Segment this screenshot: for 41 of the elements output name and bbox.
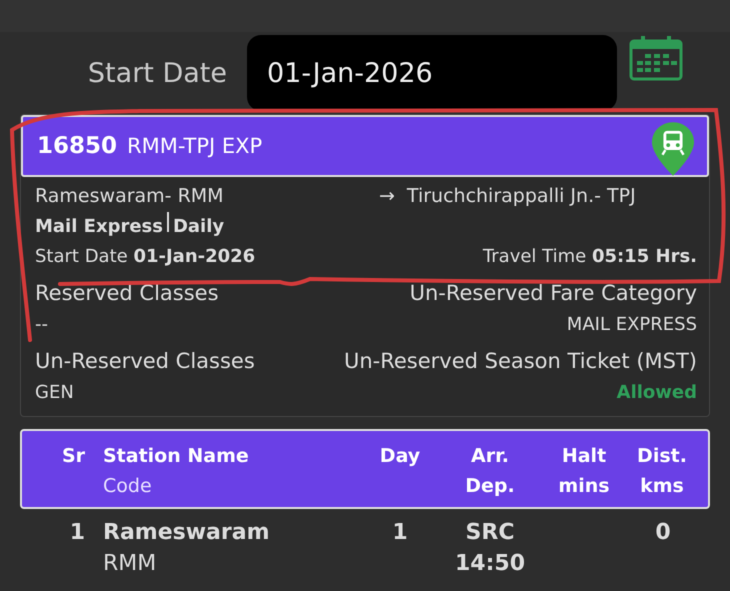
table-cell-text: 1 — [70, 519, 85, 547]
departure-time: 14:50 — [454, 550, 526, 578]
column-heading: Station Name — [103, 444, 249, 469]
column-subheading: Code — [103, 474, 152, 499]
train-location-icon[interactable] — [651, 121, 695, 177]
destination-station: Tiruchchirappalli Jn.- TPJ — [406, 185, 636, 207]
run-days: Daily — [172, 212, 224, 242]
column-heading: Day — [380, 444, 420, 469]
fare-category-label: Un-Reserved Fare Category — [410, 280, 697, 307]
station-name: Rameswaram — [103, 519, 270, 547]
train-name: RMM-TPJ EXP — [127, 134, 262, 158]
unreserved-classes-label: Un-Reserved Classes — [35, 348, 255, 375]
column-heading: Arr. — [471, 444, 509, 469]
column-heading: Sr — [62, 444, 85, 469]
unreserved-classes-value: GEN — [35, 381, 74, 405]
train-type: Mail Express — [35, 215, 163, 239]
column-subheading: kms — [640, 474, 684, 499]
column-heading: Dist. — [637, 444, 687, 469]
reserved-classes-label: Reserved Classes — [35, 280, 219, 307]
calendar-icon[interactable] — [629, 35, 683, 81]
start-date-value: 01-Jan-2026 — [133, 246, 256, 267]
train-header[interactable]: 16850 RMM-TPJ EXP — [21, 115, 709, 177]
season-ticket-label: Un-Reserved Season Ticket (MST) — [344, 348, 697, 375]
arrival-time: SRC — [466, 519, 514, 547]
reserved-classes-value: -- — [35, 313, 48, 337]
start-date-caption: Start Date — [35, 246, 128, 267]
table-cell-text: 1 — [392, 519, 408, 547]
train-number: 16850 — [37, 133, 118, 159]
fare-category-value: MAIL EXPRESS — [566, 313, 697, 337]
column-subheading: Dep. — [465, 474, 515, 499]
table-cell-text: 0 — [655, 519, 671, 547]
station-code: RMM — [103, 550, 156, 578]
start-date-label: Start Date — [86, 58, 228, 88]
season-ticket-status: Allowed — [616, 381, 697, 405]
travel-time-value: 05:15 Hrs. — [592, 246, 697, 267]
origin-station: Rameswaram- RMM — [35, 184, 224, 209]
column-subheading: mins — [558, 474, 610, 499]
arrow-glyph: → — [379, 185, 395, 207]
date-field[interactable]: 01-Jan-2026 — [247, 35, 617, 111]
column-heading: Halt — [562, 444, 606, 469]
travel-time-caption: Travel Time — [482, 246, 586, 267]
